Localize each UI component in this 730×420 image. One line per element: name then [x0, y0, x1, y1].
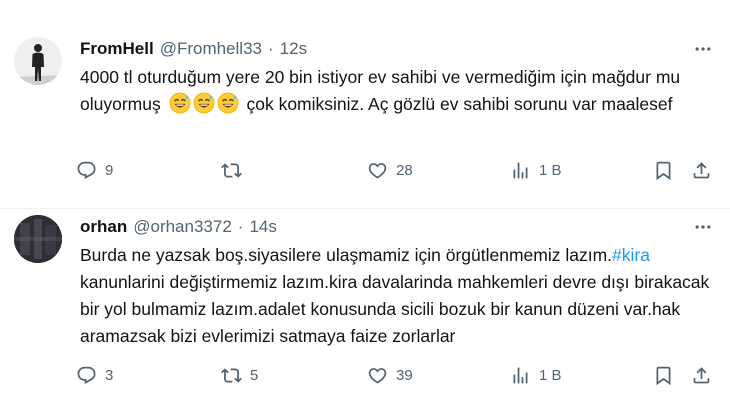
- heart-icon: [367, 160, 388, 181]
- view-count: 1 B: [539, 366, 562, 384]
- bookmark-button[interactable]: [653, 362, 674, 388]
- tweet-text-part: kanunlarini değiştirmemiz lazım.kira dav…: [80, 272, 710, 346]
- bookmark-icon: [653, 160, 674, 181]
- reply-icon: [76, 365, 97, 386]
- tweet-text-part: çok komiksiniz. Aç gözlü ev sahibi sorun…: [246, 94, 673, 114]
- separator-dot: ·: [237, 217, 244, 236]
- tweet-header: orhan @orhan3372 · 14s: [80, 216, 277, 238]
- tweet-feed: FromHell @Fromhell33 · 12s 4000 tl oturd…: [0, 0, 730, 420]
- tweet-header: FromHell @Fromhell33 · 12s: [80, 38, 307, 60]
- tweet-orhan[interactable]: orhan @orhan3372 · 14s Burda ne yazsak b…: [0, 208, 730, 420]
- repost-count: 5: [250, 366, 259, 384]
- reply-count: 3: [105, 366, 114, 384]
- more-options-icon[interactable]: [692, 216, 714, 238]
- more-options-icon[interactable]: [692, 38, 714, 60]
- tweet-text: Burda ne yazsak boş.siyasilere ulaşmamiz…: [80, 242, 710, 350]
- display-name[interactable]: orhan: [80, 217, 127, 237]
- tweet-actions: 9 28 1 B: [76, 157, 716, 183]
- hashtag-link[interactable]: #kira: [612, 245, 650, 265]
- views-button[interactable]: 1 B: [510, 362, 562, 388]
- reply-icon: [76, 160, 97, 181]
- repost-button[interactable]: 5: [221, 362, 258, 388]
- sweat-smile-emoji-icon: [169, 92, 191, 114]
- avatar[interactable]: [14, 37, 62, 85]
- display-name[interactable]: FromHell: [80, 39, 154, 59]
- share-button[interactable]: [691, 362, 712, 388]
- bookmark-button[interactable]: [653, 157, 674, 183]
- timestamp[interactable]: 12s: [280, 39, 307, 59]
- views-button[interactable]: 1 B: [510, 157, 562, 183]
- avatar[interactable]: [14, 215, 62, 263]
- tweet-fromhell[interactable]: FromHell @Fromhell33 · 12s 4000 tl oturd…: [0, 0, 730, 208]
- tweet-actions: 3 5 39 1 B: [76, 362, 716, 388]
- reply-button[interactable]: 9: [76, 157, 113, 183]
- like-button[interactable]: 28: [367, 157, 413, 183]
- like-count: 39: [396, 366, 413, 384]
- like-button[interactable]: 39: [367, 362, 413, 388]
- views-chart-icon: [510, 365, 531, 386]
- tweet-text: 4000 tl oturduğum yere 20 bin istiyor ev…: [80, 64, 710, 118]
- bookmark-icon: [653, 365, 674, 386]
- reply-count: 9: [105, 161, 114, 179]
- reply-button[interactable]: 3: [76, 362, 113, 388]
- heart-icon: [367, 365, 388, 386]
- repost-icon: [221, 160, 242, 181]
- timestamp[interactable]: 14s: [249, 217, 276, 237]
- user-handle[interactable]: @Fromhell33: [160, 39, 262, 59]
- separator-dot: ·: [267, 39, 274, 58]
- user-handle[interactable]: @orhan3372: [133, 217, 232, 237]
- blurred-photo-avatar-icon: [14, 215, 62, 263]
- repost-button[interactable]: [221, 157, 250, 183]
- views-chart-icon: [510, 160, 531, 181]
- tweet-text-part: Burda ne yazsak boş.siyasilere ulaşmamiz…: [80, 245, 613, 265]
- repost-icon: [221, 365, 242, 386]
- sweat-smile-emoji-icon: [217, 92, 239, 114]
- view-count: 1 B: [539, 161, 562, 179]
- like-count: 28: [396, 161, 413, 179]
- share-icon: [691, 160, 712, 181]
- share-icon: [691, 365, 712, 386]
- share-button[interactable]: [691, 157, 712, 183]
- emoji-group: [169, 92, 239, 114]
- sweat-smile-emoji-icon: [193, 92, 215, 114]
- person-silhouette-avatar-icon: [14, 37, 62, 85]
